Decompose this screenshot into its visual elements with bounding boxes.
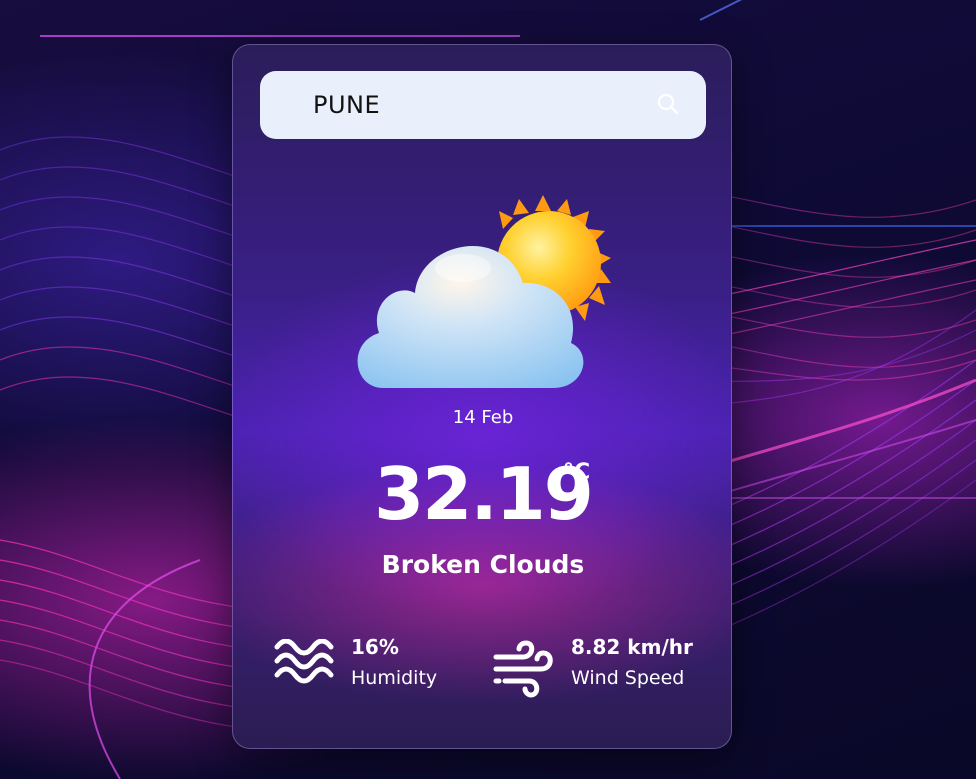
wind-icon [493,639,555,703]
search-icon[interactable] [656,92,680,116]
weather-condition: Broken Clouds [381,550,585,579]
temperature-value: 32.19 [374,452,594,536]
humidity-label: Humidity [351,667,438,689]
wind-stat: 8.82 km/hr Wind Speed [493,633,713,698]
date-label: 14 Feb [452,407,514,428]
sun-behind-cloud-icon [353,193,615,393]
humidity-stat: 16% Humidity [273,633,473,693]
search-input[interactable] [313,83,643,127]
weather-card: 14 Feb 32.19 °C Broken Clouds 16% Humidi… [232,44,732,749]
humidity-value: 16% [351,635,399,659]
temperature-unit: °C [563,460,591,485]
wind-speed-value: 8.82 km/hr [571,635,693,659]
wind-speed-label: Wind Speed [571,667,685,689]
temperature-display: 32.19 °C [233,450,731,538]
search-bar [260,71,706,139]
waves-icon [273,638,335,689]
